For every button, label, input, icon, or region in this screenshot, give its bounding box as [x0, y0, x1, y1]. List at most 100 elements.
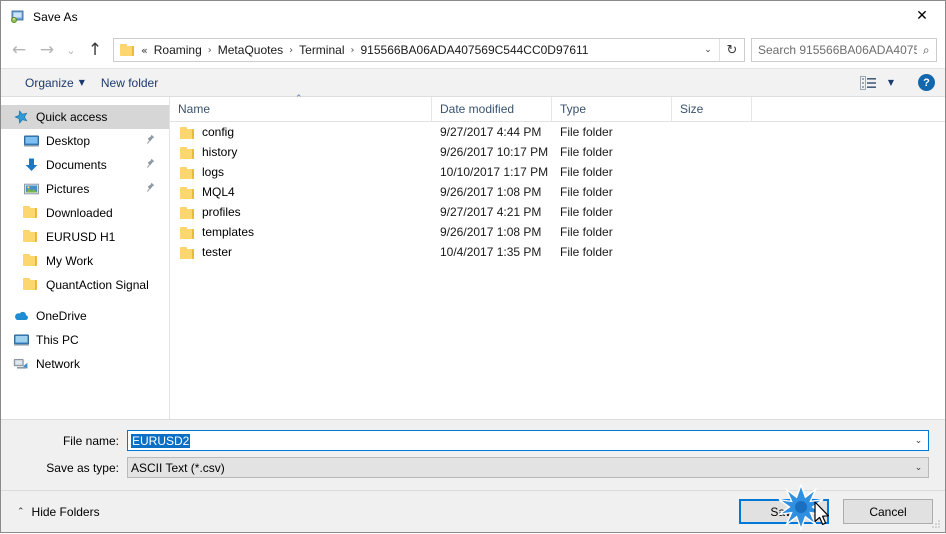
- cancel-button[interactable]: Cancel: [843, 499, 933, 524]
- recent-locations-button[interactable]: ⌄: [61, 36, 81, 64]
- chevron-down-icon[interactable]: ⌄: [909, 463, 928, 473]
- star-icon: [13, 109, 30, 125]
- sidebar-item-quick-access[interactable]: Quick access: [1, 105, 169, 129]
- breadcrumb: « Roaming › MetaQuotes › Terminal › 9155…: [140, 41, 697, 59]
- sidebar-item-pictures[interactable]: Pictures: [1, 177, 169, 201]
- column-header-type[interactable]: Type: [552, 97, 672, 121]
- navigation-pane: Quick access Desktop Documents Pictures …: [1, 97, 170, 419]
- table-row[interactable]: templates 9/26/2017 1:08 PM File folder: [170, 222, 945, 242]
- file-date-cell: 9/27/2017 4:21 PM: [440, 205, 542, 219]
- breadcrumb-item-0[interactable]: Roaming: [150, 41, 206, 59]
- file-name-cell[interactable]: MQL4: [170, 185, 432, 199]
- folder-icon: [180, 186, 195, 199]
- new-folder-label: New folder: [100, 75, 159, 90]
- file-type-cell: File folder: [560, 145, 613, 159]
- sidebar-item-label: Network: [36, 357, 81, 371]
- file-type-cell: File folder: [560, 225, 613, 239]
- breadcrumb-separator-icon[interactable]: ›: [206, 45, 214, 56]
- sidebar-item-onedrive[interactable]: OneDrive: [1, 304, 169, 328]
- breadcrumb-separator-icon[interactable]: ›: [287, 45, 295, 56]
- sidebar-item-label: Quick access: [36, 110, 108, 124]
- column-header-name[interactable]: ⌃ Name: [170, 94, 432, 121]
- chevron-down-icon: ▼: [887, 78, 894, 87]
- desktop-icon: [23, 133, 40, 149]
- folder-icon: [23, 277, 40, 293]
- refresh-icon[interactable]: ↻: [719, 39, 744, 61]
- sidebar-item-label: QuantAction Signal: [46, 278, 149, 292]
- back-button[interactable]: ←: [5, 36, 33, 64]
- close-icon[interactable]: ✕: [899, 1, 945, 31]
- pin-icon[interactable]: [145, 158, 155, 170]
- sidebar-item-label: Documents: [46, 158, 107, 172]
- pin-icon[interactable]: [145, 182, 155, 194]
- app-icon: [9, 9, 25, 25]
- save-as-dialog: Save As ✕ ← → ⌄ ↑ « Roaming › MetaQuotes…: [0, 0, 946, 533]
- address-bar[interactable]: « Roaming › MetaQuotes › Terminal › 9155…: [113, 38, 745, 62]
- column-header-label: Type: [560, 102, 587, 116]
- folder-icon: [180, 146, 195, 159]
- organize-button[interactable]: Organize ▼: [17, 73, 93, 93]
- table-row[interactable]: tester 10/4/2017 1:35 PM File folder: [170, 242, 945, 262]
- change-view-button[interactable]: ▼: [852, 73, 902, 93]
- documents-icon: [23, 157, 40, 173]
- new-folder-button[interactable]: New folder: [93, 73, 166, 93]
- sidebar-item-desktop[interactable]: Desktop: [1, 129, 169, 153]
- file-name-cell[interactable]: templates: [170, 225, 432, 239]
- search-box[interactable]: Search 915566BA06ADA40756... ⌕: [751, 38, 937, 62]
- organize-label: Organize: [25, 75, 74, 90]
- up-button[interactable]: ↑: [81, 36, 109, 64]
- file-name-cell[interactable]: config: [170, 125, 432, 139]
- file-type-row: Save as type: ASCII Text (*.csv) ⌄: [17, 457, 929, 478]
- folder-icon: [180, 206, 195, 219]
- table-row[interactable]: history 9/26/2017 10:17 PM File folder: [170, 142, 945, 162]
- file-name-row: File name: EURUSD2 ⌄: [17, 430, 929, 451]
- file-name-value[interactable]: EURUSD2: [128, 433, 909, 448]
- view-list-icon: [859, 75, 877, 90]
- breadcrumb-item-2[interactable]: Terminal: [295, 41, 348, 59]
- sidebar-item-quantaction-signal[interactable]: QuantAction Signal: [1, 273, 169, 297]
- column-header-label: Size: [680, 102, 704, 116]
- file-name-label: config: [202, 125, 235, 139]
- file-type-cell: File folder: [560, 165, 613, 179]
- breadcrumb-item-1[interactable]: MetaQuotes: [214, 41, 287, 59]
- breadcrumb-separator-icon[interactable]: ›: [349, 45, 357, 56]
- save-button[interactable]: Save: [739, 499, 829, 524]
- breadcrumb-item-3[interactable]: 915566BA06ADA407569C544CC0D97611: [357, 41, 593, 59]
- file-name-input[interactable]: EURUSD2 ⌄: [127, 430, 929, 451]
- file-name-label: tester: [202, 245, 233, 259]
- save-as-type-select[interactable]: ASCII Text (*.csv) ⌄: [127, 457, 929, 478]
- pin-icon[interactable]: [145, 134, 155, 146]
- hide-folders-button[interactable]: ⌃ Hide Folders: [13, 505, 100, 519]
- sidebar-item-documents[interactable]: Documents: [1, 153, 169, 177]
- chevron-down-icon[interactable]: ⌄: [909, 436, 928, 446]
- file-name-cell[interactable]: tester: [170, 245, 432, 259]
- search-input[interactable]: Search 915566BA06ADA40756...: [752, 43, 917, 57]
- file-name-cell[interactable]: history: [170, 145, 432, 159]
- table-row[interactable]: logs 10/10/2017 1:17 PM File folder: [170, 162, 945, 182]
- file-date-cell: 10/10/2017 1:17 PM: [440, 165, 549, 179]
- file-name-cell[interactable]: profiles: [170, 205, 432, 219]
- help-button[interactable]: ?: [918, 74, 935, 91]
- chevron-down-icon[interactable]: ⌄: [697, 39, 719, 61]
- save-as-type-value: ASCII Text (*.csv): [131, 460, 225, 475]
- sidebar-item-label: This PC: [36, 333, 79, 347]
- forward-button[interactable]: →: [33, 36, 61, 64]
- table-row[interactable]: profiles 9/27/2017 4:21 PM File folder: [170, 202, 945, 222]
- breadcrumb-overflow-icon[interactable]: «: [140, 44, 150, 57]
- table-row[interactable]: MQL4 9/26/2017 1:08 PM File folder: [170, 182, 945, 202]
- resize-grip[interactable]: [931, 519, 941, 529]
- sidebar-item-my-work[interactable]: My Work: [1, 249, 169, 273]
- sidebar-item-network[interactable]: Network: [1, 352, 169, 376]
- dialog-footer: ⌃ Hide Folders Save Cancel: [1, 490, 945, 532]
- sidebar-item-downloaded[interactable]: Downloaded: [1, 201, 169, 225]
- column-header-date-modified[interactable]: Date modified: [432, 97, 552, 121]
- file-name-label: profiles: [202, 205, 241, 219]
- sidebar-item-eurusd-h1[interactable]: EURUSD H1: [1, 225, 169, 249]
- column-header-size[interactable]: Size: [672, 97, 752, 121]
- sidebar-item-this-pc[interactable]: This PC: [1, 328, 169, 352]
- onedrive-icon: [13, 308, 30, 324]
- folder-icon: [23, 229, 40, 245]
- toolbar: Organize ▼ New folder ▼ ?: [1, 68, 945, 97]
- table-row[interactable]: config 9/27/2017 4:44 PM File folder: [170, 122, 945, 142]
- file-name-cell[interactable]: logs: [170, 165, 432, 179]
